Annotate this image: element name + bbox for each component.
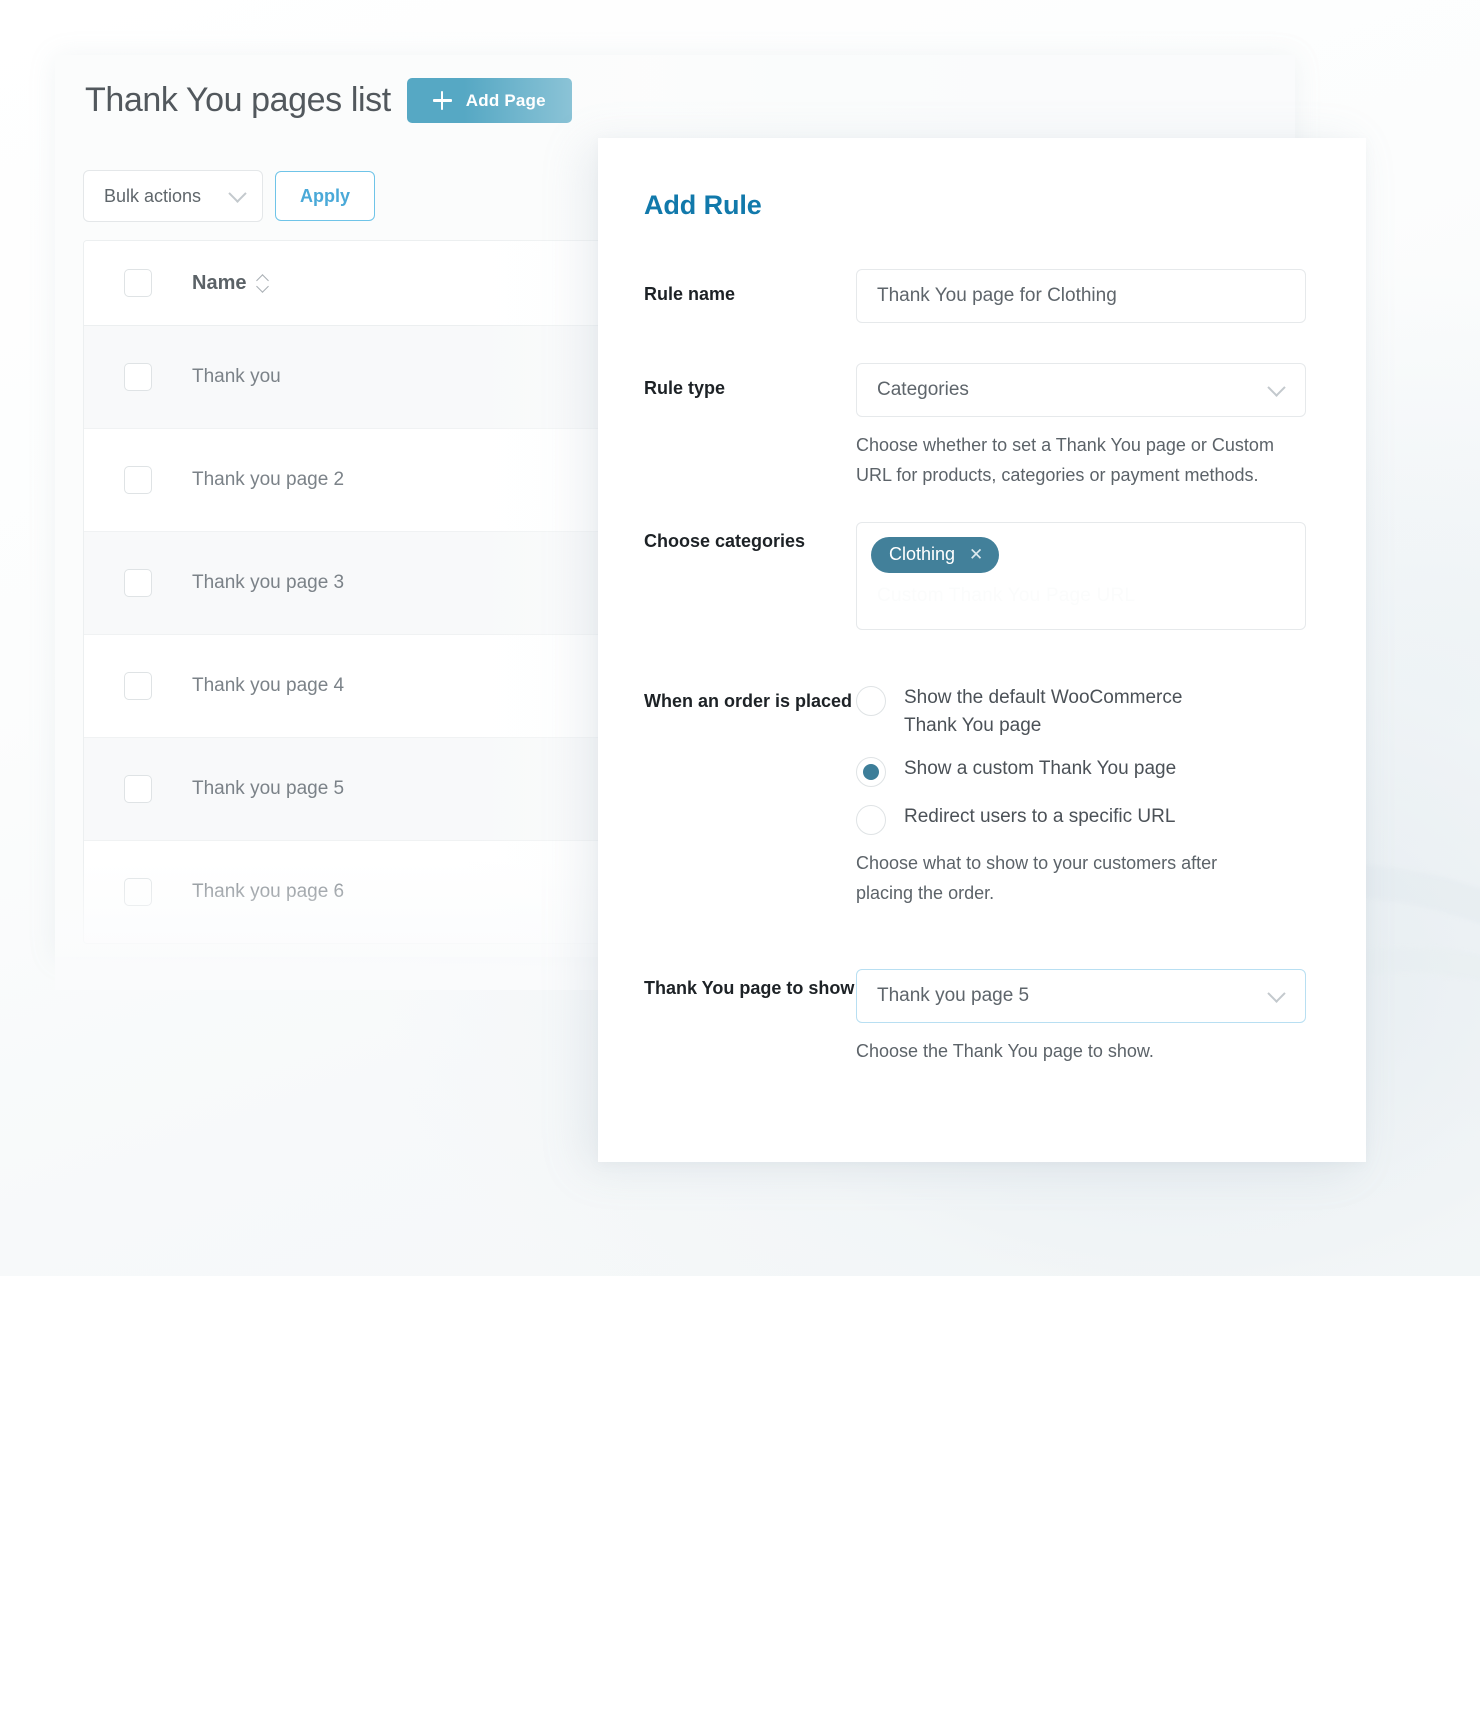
categories-token-field[interactable]: Clothing ✕ Custom Thank You Page URL [856,522,1306,631]
field-label-when-order-placed: When an order is placed [644,691,853,712]
column-header-name[interactable]: Name [192,272,269,295]
add-page-button-label: Add Page [465,90,546,110]
radio-indicator[interactable] [856,805,886,836]
bulk-actions-select[interactable]: Bulk actions [83,170,263,222]
row-select-cell [84,466,192,494]
field-when-order-placed: When an order is placed Show the default… [644,682,1306,908]
field-rule-type: Rule type Categories Choose whether to s… [644,363,1306,490]
select-all-checkbox[interactable] [124,269,152,297]
radio-option-custom-thank-you[interactable]: Show a custom Thank You page [856,755,1306,788]
list-toolbar: Bulk actions Apply [83,170,376,222]
row-checkbox[interactable] [124,363,152,391]
row-checkbox[interactable] [124,878,152,906]
category-token[interactable]: Clothing ✕ [871,537,1000,574]
page-header: Thank You pages list Add Page [85,78,572,123]
radio-option-label: Redirect users to a specific URL [904,806,1176,828]
field-rule-name: Rule name [644,269,1306,323]
row-name: Thank you page 2 [192,469,345,490]
radio-option-redirect-url[interactable]: Redirect users to a specific URL [856,803,1306,836]
when-order-placed-help-text: Choose what to show to your customers af… [856,853,1218,904]
field-thankyou-page-to-show: Thank You page to show Thank you page 5 … [644,968,1306,1067]
rule-type-help-text: Choose whether to set a Thank You page o… [856,435,1274,485]
row-checkbox[interactable] [124,672,152,700]
rule-type-value: Categories [877,379,969,400]
row-name: Thank you page 4 [192,675,345,696]
sort-updown-icon[interactable] [257,275,269,291]
field-choose-categories: Choose categories Clothing ✕ Custom Than… [644,522,1306,631]
radio-option-label: Show the default WooCommerce Thank You p… [904,687,1183,736]
field-label-rule-name: Rule name [644,284,736,304]
radio-option-default-woocommerce[interactable]: Show the default WooCommerce Thank You p… [856,684,1306,739]
app-stage: Thank You pages list Add Page Bulk actio… [0,0,1480,1722]
row-name: Thank you [192,366,281,387]
category-token-label: Clothing [889,544,956,565]
radio-indicator-selected[interactable] [856,757,886,788]
chevron-down-icon [1267,984,1286,1003]
thankyou-page-value: Thank you page 5 [877,984,1030,1006]
row-select-cell [84,363,192,391]
row-name: Thank you page 5 [192,778,345,799]
select-all-cell [84,269,192,297]
row-checkbox[interactable] [124,775,152,803]
row-select-cell [84,878,192,906]
plus-icon [432,91,452,110]
chevron-down-icon [228,183,247,203]
row-checkbox[interactable] [124,569,152,597]
add-rule-modal: Add Rule Rule name Rule type Categories … [598,138,1366,1162]
row-select-cell [84,672,192,700]
row-checkbox[interactable] [124,466,152,494]
apply-button[interactable]: Apply [275,171,376,221]
row-name: Thank you page 6 [192,881,345,902]
chevron-down-icon [1267,378,1286,397]
radio-indicator[interactable] [856,686,886,717]
modal-title: Add Rule [644,190,762,220]
row-select-cell [84,775,192,803]
order-placed-radio-group: Show the default WooCommerce Thank You p… [856,682,1306,836]
radio-option-label: Show a custom Thank You page [904,758,1177,780]
categories-ghost-text: Custom Thank You Page URL [877,585,1136,607]
row-name: Thank you page 3 [192,572,345,593]
field-label-thankyou-page-to-show: Thank You page to show [644,977,855,998]
field-label-rule-type: Rule type [644,378,726,398]
rule-name-input[interactable] [856,269,1306,323]
row-select-cell [84,569,192,597]
add-page-button[interactable]: Add Page [406,78,572,123]
column-header-name-label: Name [192,271,247,294]
page-title: Thank You pages list [85,81,391,119]
rule-type-select[interactable]: Categories [856,363,1306,417]
thankyou-page-select[interactable]: Thank you page 5 [856,968,1306,1023]
thankyou-page-help-text: Choose the Thank You page to show. [856,1040,1154,1061]
close-icon[interactable]: ✕ [969,546,983,563]
bulk-actions-label: Bulk actions [104,185,202,206]
field-label-choose-categories: Choose categories [644,531,806,552]
